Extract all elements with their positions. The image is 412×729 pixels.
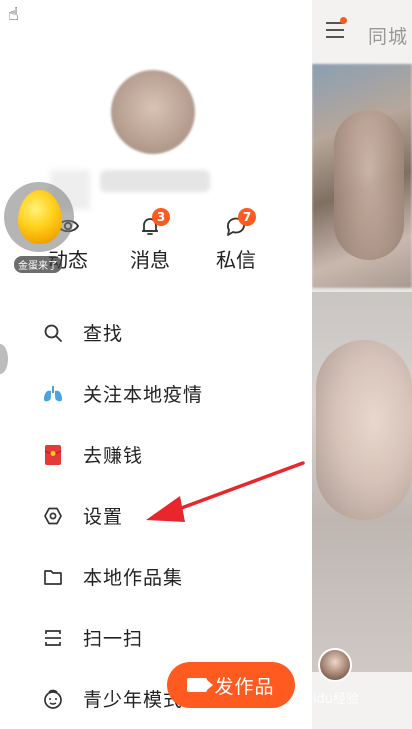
background-feed: 同城 bbox=[312, 0, 412, 729]
youth-mode-icon bbox=[42, 688, 64, 710]
watermark: Baidu经验 bbox=[296, 692, 359, 707]
menu-item-label: 查找 bbox=[83, 323, 124, 345]
menu-item-settings[interactable]: 设置 bbox=[0, 485, 312, 546]
menu-item-local-epidemic[interactable]: 关注本地疫情 bbox=[0, 363, 312, 424]
settings-hexagon-icon bbox=[42, 505, 64, 527]
menu-item-label: 本地作品集 bbox=[83, 567, 184, 589]
lungs-icon bbox=[42, 383, 64, 405]
camera-icon bbox=[187, 678, 214, 692]
publish-button-label: 发作品 bbox=[214, 676, 275, 698]
menu-item-local-works[interactable]: 本地作品集 bbox=[0, 546, 312, 607]
chat-bubble-icon: 7 bbox=[224, 208, 256, 238]
notification-dot bbox=[340, 17, 347, 24]
red-envelope-icon bbox=[42, 444, 64, 466]
publish-button[interactable]: 发作品 bbox=[167, 662, 295, 708]
unread-badge: 3 bbox=[152, 208, 170, 226]
stat-private-messages[interactable]: 7 私信 bbox=[206, 208, 266, 273]
menu-item-earn-money[interactable]: 去赚钱 bbox=[0, 424, 312, 485]
stat-messages[interactable]: 3 消息 bbox=[120, 208, 180, 273]
feed-thumbnail-figure bbox=[334, 110, 404, 260]
bell-icon: 3 bbox=[138, 208, 170, 238]
gold-egg-widget[interactable]: 金蛋来了 bbox=[4, 182, 76, 273]
stat-label: 消息 bbox=[130, 248, 170, 272]
menu-item-label: 关注本地疫情 bbox=[83, 384, 204, 406]
gold-egg-label: 金蛋来了 bbox=[14, 256, 62, 273]
menu-item-search[interactable]: 查找 bbox=[0, 302, 312, 363]
menu-item-scan[interactable]: 扫一扫 bbox=[0, 607, 312, 668]
feed-top-bar: 同城 bbox=[312, 0, 412, 64]
menu-item-label: 去赚钱 bbox=[83, 445, 144, 467]
hand-cursor-icon: ☝ bbox=[8, 4, 19, 25]
side-drawer: ☝ 动态 3 消息 7 私信 金蛋来了 查找 关注本地疫情 去赚钱 设置 本地作… bbox=[0, 0, 312, 729]
search-icon bbox=[42, 322, 64, 344]
menu-item-label: 扫一扫 bbox=[83, 628, 144, 650]
feed-thumbnail-figure bbox=[316, 340, 412, 520]
unread-badge: 7 bbox=[238, 208, 256, 226]
menu-item-label: 设置 bbox=[83, 506, 124, 528]
author-avatar[interactable] bbox=[318, 648, 352, 682]
scan-icon bbox=[42, 627, 64, 649]
hamburger-menu-icon[interactable] bbox=[326, 22, 344, 43]
username-blurred[interactable] bbox=[100, 170, 210, 192]
gold-egg-icon bbox=[18, 190, 62, 244]
tab-local-city[interactable]: 同城 bbox=[368, 22, 408, 49]
user-avatar[interactable] bbox=[111, 70, 195, 154]
folder-icon bbox=[42, 566, 64, 588]
stat-label: 私信 bbox=[216, 248, 256, 272]
